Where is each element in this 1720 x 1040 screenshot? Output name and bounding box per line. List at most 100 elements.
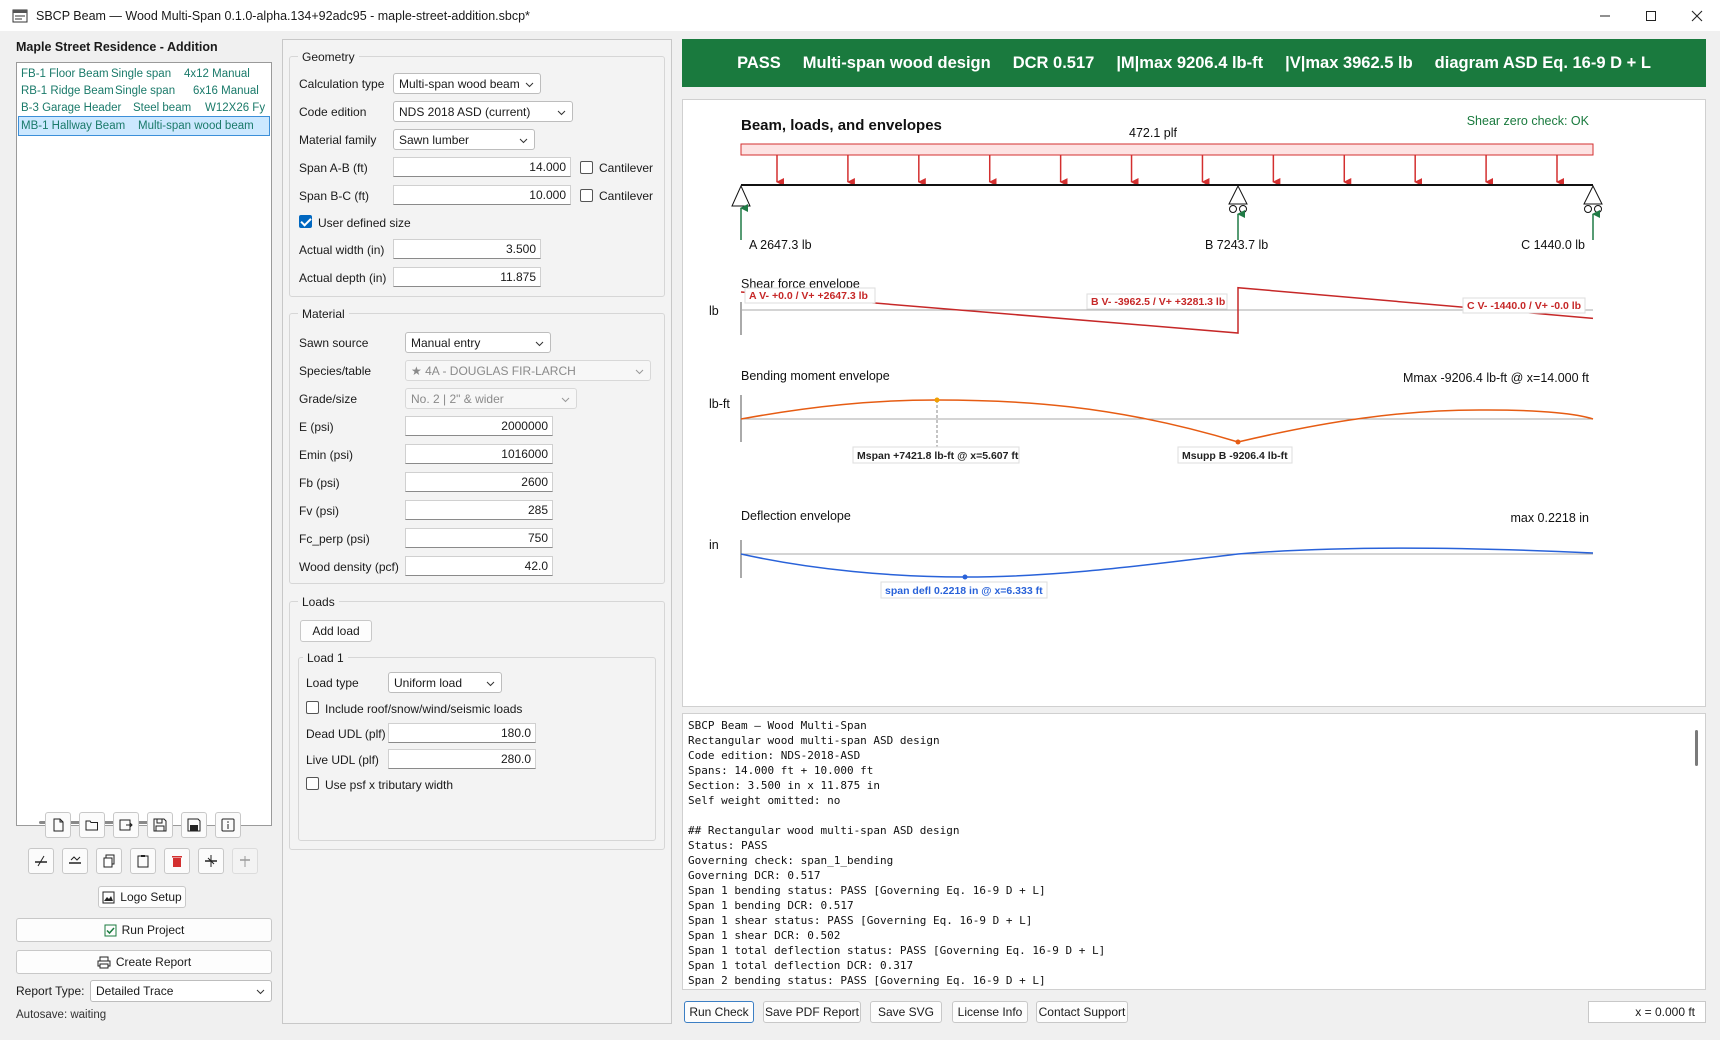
wood-density-input[interactable]: 42.0 (405, 556, 553, 576)
fb-label: Fb (psi) (299, 476, 340, 490)
trace-line: Span 1 shear DCR: 0.502 (688, 929, 841, 942)
save-button[interactable] (147, 812, 173, 838)
support-c (1583, 184, 1603, 213)
diagram-panel[interactable]: Beam, loads, and envelopes Shear zero ch… (682, 99, 1706, 707)
beam-section: W12X26 Fy (205, 102, 266, 114)
actual-width-label: Actual width (in) (299, 243, 385, 257)
span-ab-input[interactable]: 14.000 (393, 157, 571, 177)
beam-list[interactable]: FB-1 Floor Beam Single span 4x12 Manual … (16, 62, 272, 826)
actual-depth-input[interactable]: 11.875 (393, 267, 541, 287)
add-beam-button[interactable] (28, 848, 54, 874)
chevron-down-icon (519, 138, 528, 143)
fc-perp-label: Fc_perp (psi) (299, 532, 370, 546)
code-edition-value: NDS 2018 ASD (current) (399, 104, 531, 119)
use-psf-checkbox[interactable] (306, 777, 319, 790)
code-edition-select[interactable]: NDS 2018 ASD (current) (393, 101, 573, 122)
material-family-label: Material family (299, 133, 377, 147)
defl-envelope-line (740, 547, 1594, 578)
use-psf-label: Use psf x tributary width (325, 778, 454, 792)
checkbox-icon (104, 924, 117, 936)
report-type-select[interactable]: Detailed Trace (90, 980, 272, 1002)
live-udl-input[interactable]: 280.0 (388, 749, 536, 769)
save-pdf-label: Save PDF Report (764, 1005, 860, 1019)
trace-line: Governing DCR: 0.517 (688, 869, 821, 882)
span-bc-label: Span B-C (ft) (299, 189, 370, 203)
trace-scrollbar[interactable] (1695, 730, 1698, 766)
close-button[interactable] (1674, 0, 1720, 31)
move-beam-icon (205, 855, 217, 867)
beam-list-item-selected[interactable]: MB-1 Hallway Beam Multi-span wood beam (18, 116, 270, 136)
paste-button[interactable] (130, 848, 156, 874)
trace-line: Span 1 bending status: PASS [Governing E… (688, 884, 1046, 897)
add-load-button[interactable]: Add load (300, 620, 372, 642)
sawn-source-value: Manual entry (411, 335, 481, 350)
span-bc-cantilever-checkbox[interactable] (580, 189, 593, 202)
span-ab-cantilever-checkbox[interactable] (580, 161, 593, 174)
calc-type-select[interactable]: Multi-span wood beam (393, 73, 541, 94)
user-defined-size-label: User defined size (318, 216, 411, 230)
shear-b-label: B V- -3962.5 / V+ +3281.3 lb (1091, 296, 1225, 308)
live-udl-label: Live UDL (plf) (306, 753, 379, 767)
run-check-button[interactable]: Run Check (684, 1001, 754, 1023)
trace-line: Span 1 bending DCR: 0.517 (688, 899, 854, 912)
run-project-label: Run Project (121, 923, 185, 937)
e-label: E (psi) (299, 420, 334, 434)
new-file-button[interactable] (45, 812, 71, 838)
open-folder-button[interactable] (79, 812, 105, 838)
edit-beam-button[interactable] (62, 848, 88, 874)
cantilever-label: Cantilever (599, 189, 654, 203)
emin-input[interactable]: 1016000 (405, 444, 553, 464)
minimize-button[interactable] (1582, 0, 1628, 31)
move-beam-button[interactable] (198, 848, 224, 874)
beam-list-item[interactable]: FB-1 Floor Beam Single span 4x12 Manual (19, 65, 269, 83)
edit-beam-icon (69, 856, 81, 864)
close-icon (1691, 10, 1703, 21)
beam-list-item[interactable]: RB-1 Ridge Beam Single span 6x16 Manual (19, 82, 269, 100)
chevron-down-icon (561, 397, 570, 402)
save-as-icon (187, 818, 201, 832)
grade-size-select[interactable]: No. 2 | 2" & wider (405, 388, 577, 409)
license-info-button[interactable]: License Info (952, 1001, 1028, 1023)
copy-button[interactable] (96, 848, 122, 874)
load-type-select[interactable]: Uniform load (388, 672, 502, 693)
save-as-button[interactable] (181, 812, 207, 838)
save-svg-button[interactable]: Save SVG (870, 1001, 942, 1023)
run-project-button[interactable]: Run Project (16, 918, 272, 942)
beam-list-item[interactable]: B-3 Garage Header Steel beam W12X26 Fy (19, 99, 269, 117)
logo-setup-button[interactable]: Logo Setup (98, 886, 186, 908)
trace-output[interactable]: SBCP Beam — Wood Multi-Span Rectangular w… (682, 713, 1706, 990)
dead-udl-input[interactable]: 180.0 (388, 723, 536, 743)
status-dcr: DCR 0.517 (1012, 53, 1095, 72)
unpin-button[interactable] (232, 848, 258, 874)
grade-size-label: Grade/size (299, 392, 358, 406)
maximize-button[interactable] (1628, 0, 1674, 31)
span-ab-label: Span A-B (ft) (299, 161, 368, 175)
actual-width-input[interactable]: 3.500 (393, 239, 541, 259)
msupp-label: Msupp B -9206.4 lb-ft (1182, 450, 1288, 462)
e-input[interactable]: 2000000 (405, 416, 553, 436)
trace-line: Span 1 shear status: PASS [Governing Eq.… (688, 914, 1033, 927)
create-report-button[interactable]: Create Report (16, 950, 272, 974)
include-roof-loads-checkbox[interactable] (306, 701, 319, 714)
info-button[interactable] (215, 812, 241, 838)
save-pdf-button[interactable]: Save PDF Report (763, 1001, 861, 1023)
diagram-title: Beam, loads, and envelopes (741, 117, 942, 134)
species-table-select[interactable]: ★ 4A - DOUGLAS FIR-LARCH (405, 360, 651, 381)
fc-perp-input[interactable]: 750 (405, 528, 553, 548)
moment-title: Bending moment envelope (741, 369, 890, 383)
fv-input[interactable]: 285 (405, 500, 553, 520)
add-load-label: Add load (312, 624, 360, 638)
delete-button[interactable] (164, 848, 190, 874)
material-family-select[interactable]: Sawn lumber (393, 129, 535, 150)
sawn-source-select[interactable]: Manual entry (405, 332, 551, 353)
fb-input[interactable]: 2600 (405, 472, 553, 492)
span-bc-input[interactable]: 10.000 (393, 185, 571, 205)
x-position-value: x = 0.000 ft (1635, 1005, 1695, 1019)
import-button[interactable] (113, 812, 139, 838)
beam-diagram-svg[interactable]: Beam, loads, and envelopes Shear zero ch… (683, 100, 1707, 708)
user-defined-size-checkbox[interactable] (299, 215, 312, 228)
contact-support-button[interactable]: Contact Support (1036, 1001, 1128, 1023)
mspan-marker (934, 397, 940, 403)
reaction-a-label: A 2647.3 lb (749, 238, 812, 252)
chevron-down-icon (557, 110, 566, 115)
